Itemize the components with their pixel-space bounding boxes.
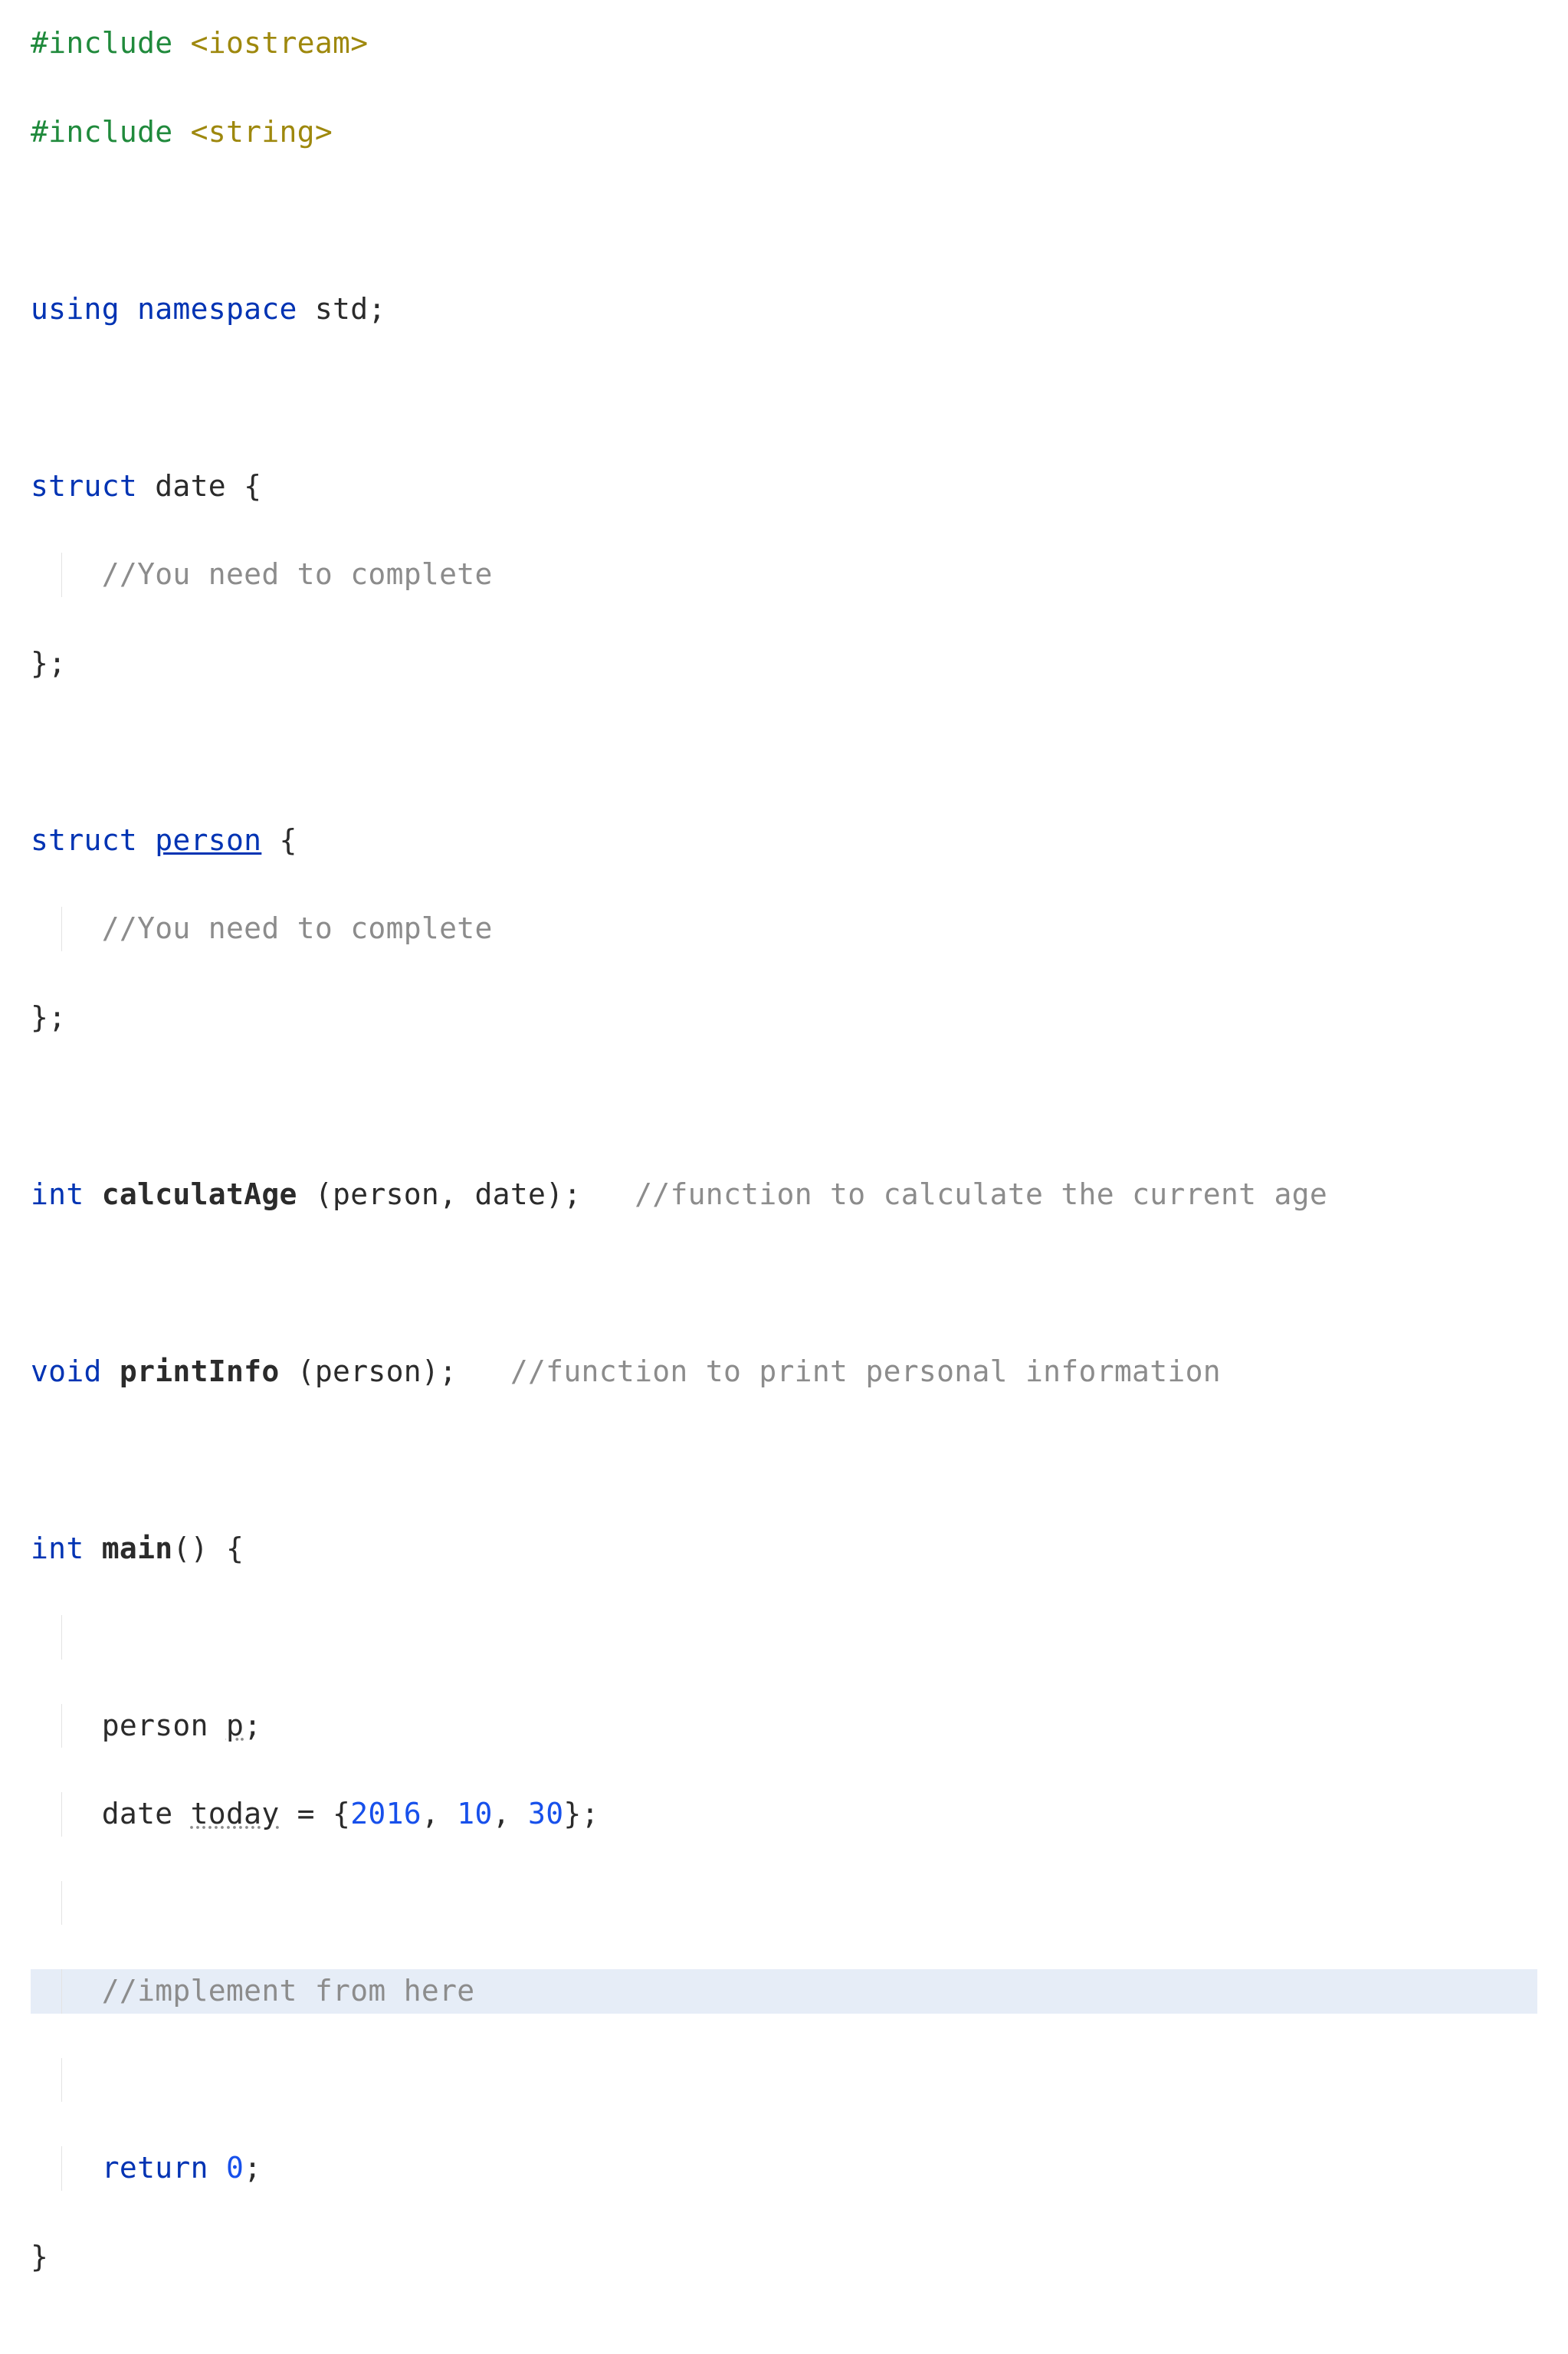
header-name: <string>	[191, 115, 333, 149]
var-p: p	[226, 1709, 244, 1742]
comment: //You need to complete	[102, 911, 493, 945]
code-line-26: }	[31, 2235, 1537, 2280]
func-args: (person);	[280, 1354, 458, 1388]
semicolon: ;	[368, 292, 385, 326]
brace-close: };	[31, 646, 66, 680]
code-line-14: int calculatAge (person, date); //functi…	[31, 1173, 1537, 1217]
comment: //You need to complete	[102, 557, 493, 591]
code-line-2: #include <string>	[31, 110, 1537, 155]
type-person: person	[102, 1709, 226, 1742]
comment: //function to print personal information	[510, 1354, 1221, 1388]
code-line-17	[31, 1438, 1537, 1482]
code-line-23: //implement from here	[31, 1969, 1537, 2014]
pad	[582, 1177, 635, 1211]
code-line-7: //You need to complete	[31, 553, 1537, 597]
brace-open: {	[226, 469, 261, 503]
header-name: <iostream>	[191, 26, 369, 60]
indent	[31, 1974, 102, 2008]
number-month: 10	[457, 1797, 492, 1830]
brace-close: };	[31, 1000, 66, 1034]
identifier-std: std	[315, 292, 369, 326]
indent	[31, 1709, 102, 1742]
func-args: (person, date);	[297, 1177, 582, 1211]
code-block: #include <iostream> #include <string> us…	[0, 0, 1568, 2354]
code-line-11: //You need to complete	[31, 907, 1537, 951]
keyword-namespace: namespace	[137, 292, 315, 326]
comma: ,	[493, 1797, 528, 1830]
keyword-using: using	[31, 292, 137, 326]
indent	[31, 2151, 102, 2185]
brace-open: {	[261, 823, 297, 857]
number-zero: 0	[226, 2151, 244, 2185]
number-day: 30	[528, 1797, 563, 1830]
func-printInfo: printInfo	[120, 1354, 280, 1388]
code-line-22	[31, 1881, 1537, 1926]
code-line-25: return 0;	[31, 2146, 1537, 2191]
type-void: void	[31, 1354, 120, 1388]
comment: //implement from here	[102, 1974, 475, 2008]
code-line-8: };	[31, 642, 1537, 686]
keyword-return: return	[102, 2151, 226, 2185]
type-date: date	[102, 1797, 191, 1830]
code-line-4: using namespace std;	[31, 287, 1537, 332]
code-line-20: person p;	[31, 1704, 1537, 1748]
code-line-9	[31, 730, 1537, 774]
func-calculatAge: calculatAge	[102, 1177, 297, 1211]
code-line-3	[31, 199, 1537, 243]
brace-close: }	[31, 2240, 48, 2274]
func-args: () {	[172, 1532, 244, 1565]
number-year: 2016	[350, 1797, 422, 1830]
type-int: int	[31, 1177, 102, 1211]
type-int: int	[31, 1532, 102, 1565]
code-line-21: date today = {2016, 10, 30};	[31, 1792, 1537, 1837]
comment: //function to calculate the current age	[635, 1177, 1327, 1211]
assign-open: = {	[280, 1797, 351, 1830]
keyword-struct: struct	[31, 823, 155, 857]
indent	[31, 557, 102, 591]
code-line-1: #include <iostream>	[31, 21, 1537, 66]
code-line-5	[31, 376, 1537, 420]
code-line-13	[31, 1084, 1537, 1128]
struct-name-person: person	[155, 823, 261, 857]
brace-close: };	[563, 1797, 599, 1830]
indent	[31, 911, 102, 945]
indent	[31, 1797, 102, 1830]
code-line-16: void printInfo (person); //function to p…	[31, 1350, 1537, 1394]
struct-name-date: date	[155, 469, 226, 503]
code-line-10: struct person {	[31, 819, 1537, 863]
code-line-15	[31, 1261, 1537, 1305]
code-line-19	[31, 1615, 1537, 1660]
code-line-18: int main() {	[31, 1527, 1537, 1571]
semicolon: ;	[244, 2151, 261, 2185]
code-line-24	[31, 2058, 1537, 2103]
directive: #include	[31, 26, 191, 60]
code-line-12: };	[31, 996, 1537, 1040]
pad	[457, 1354, 510, 1388]
comma: ,	[422, 1797, 457, 1830]
directive: #include	[31, 115, 191, 149]
code-line-6: struct date {	[31, 465, 1537, 509]
keyword-struct: struct	[31, 469, 155, 503]
var-today: today	[191, 1797, 280, 1830]
func-main: main	[102, 1532, 173, 1565]
semicolon: ;	[244, 1709, 261, 1742]
